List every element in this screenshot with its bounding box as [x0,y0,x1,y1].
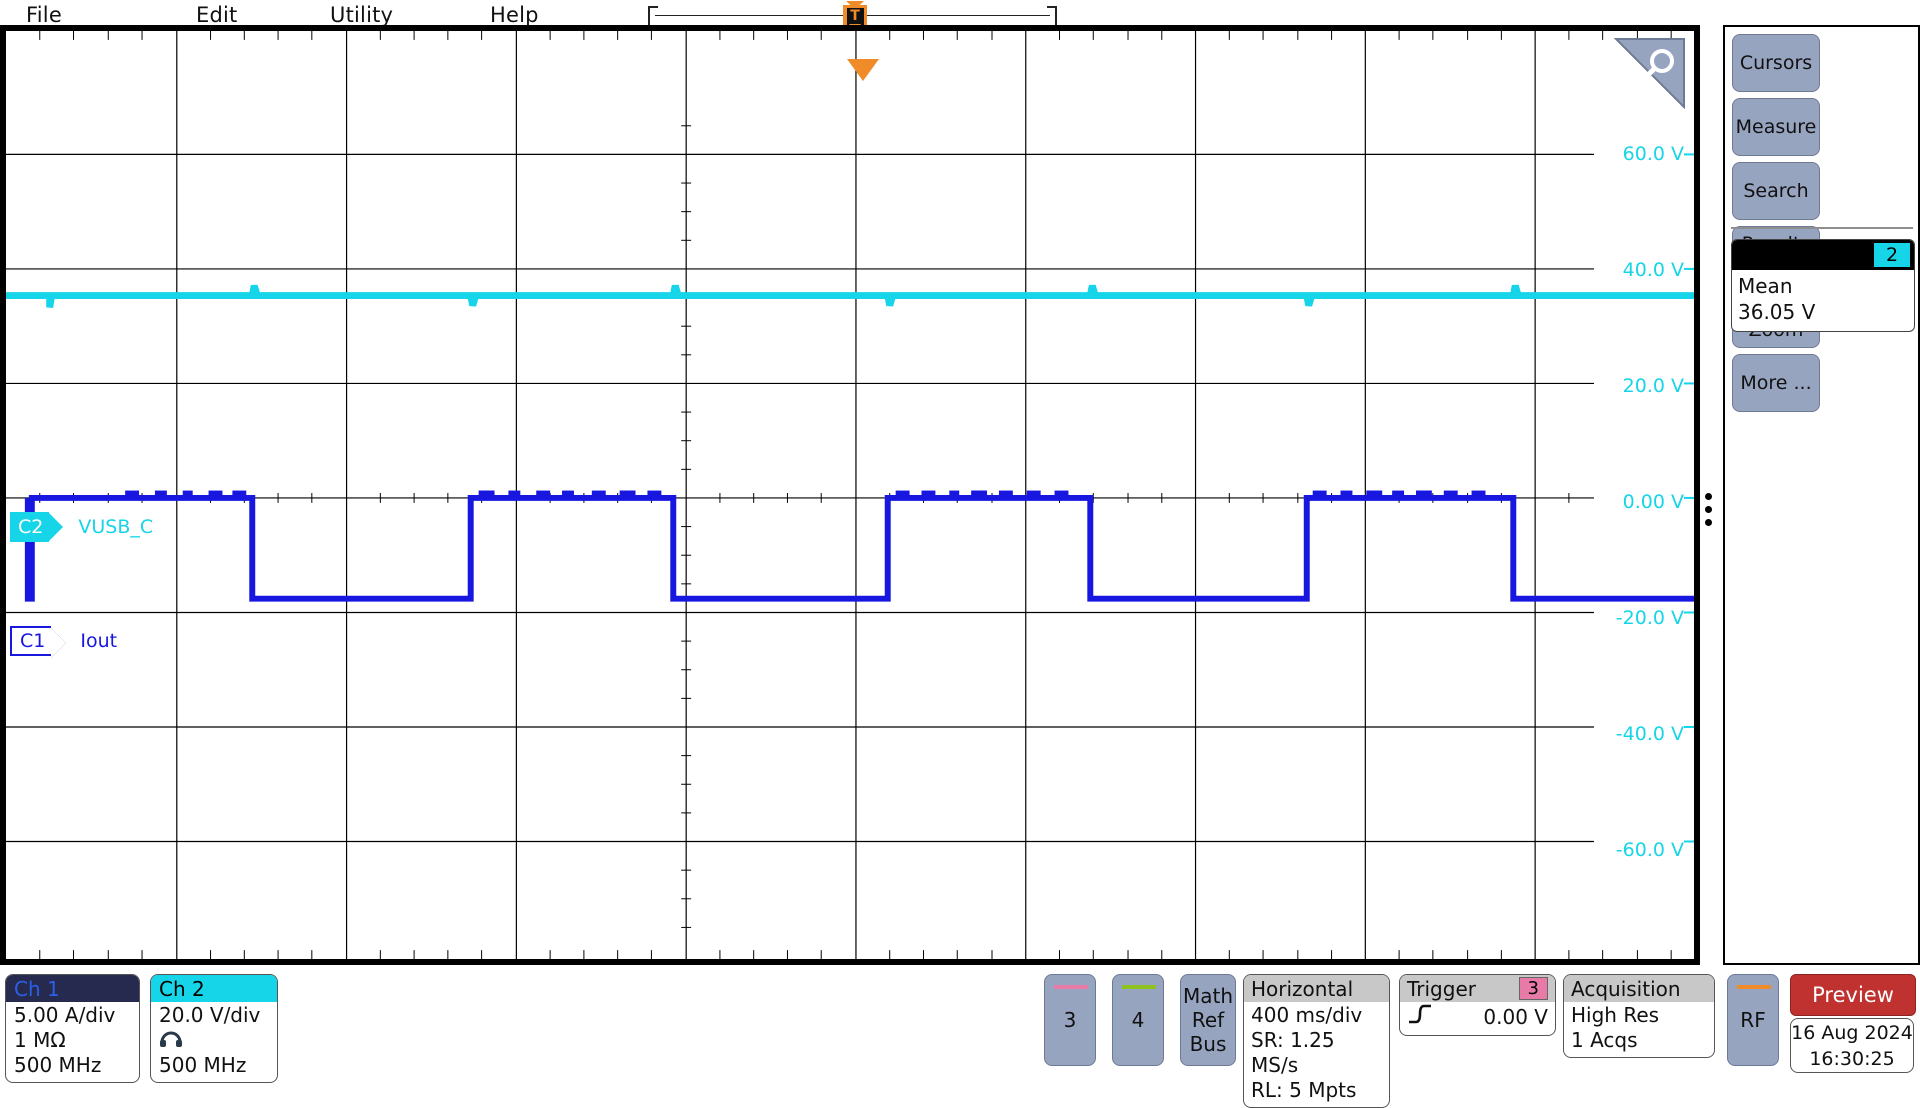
rf-button[interactable]: RF [1727,974,1779,1066]
horizontal-body: 400 ms/div SR: 1.25 MS/s RL: 5 Mpts [1244,1002,1389,1107]
channel-label-iout: Iout [77,630,121,652]
drag-dot [1705,506,1712,513]
panel-drag-handle[interactable] [1705,493,1715,527]
horizontal-position-bar[interactable]: T [645,1,1060,33]
trigger-card-header: Trigger 3 [1400,975,1555,1002]
channel1-title: Ch 1 [6,975,139,1002]
measurement-value: 36.05 V [1738,300,1816,324]
measure-button[interactable]: Measure [1732,98,1820,156]
channel-marker-c1-tag: C1 [10,626,52,656]
more-button[interactable]: More ... [1732,354,1820,412]
channel1-card[interactable]: Ch 1 5.00 A/div 1 MΩ 500 MHz [5,974,140,1083]
acquisition-mode: High Res [1571,1003,1660,1027]
date-text: 16 Aug 2024 [1791,1022,1913,1044]
probe-icon [159,1028,269,1053]
sidebar-button-grid: Cursors Measure Search Results Table Dra… [1729,31,1915,415]
measurement-channel-badge: 2 [1874,243,1910,267]
zoom-corner-tab[interactable] [1613,37,1686,110]
math-ref-bus-button[interactable]: Math Ref Bus [1180,974,1236,1066]
channel1-impedance: 1 MΩ [14,1028,66,1052]
channel2-scale: 20.0 V/div [159,1003,261,1027]
horizontal-scale: 400 ms/div [1251,1003,1363,1027]
trigger-card-body: 0.00 V [1400,1002,1555,1035]
waveform-trace-iout [24,495,1694,602]
measurement-card-body: Mean 36.05 V [1732,270,1914,331]
right-sidebar: Cursors Measure Search Results Table Dra… [1723,25,1920,965]
preview-button[interactable]: Preview [1790,974,1916,1016]
trigger-t-label: T [846,7,864,25]
drag-dot [1705,493,1712,500]
magnifier-icon [1613,38,1685,110]
datetime-display: 16 Aug 2024 16:30:25 [1790,1018,1914,1073]
trigger-position-arrow-icon [847,59,879,81]
acquisition-card[interactable]: Acquisition High Res 1 Acqs [1563,974,1715,1058]
channel-label-vusb: VUSB_C [75,516,157,538]
channel2-title: Ch 2 [151,975,277,1002]
waveform-trace-vusb [6,284,1694,308]
channel3-color-bar [1054,985,1088,989]
y-label-m60: -60.0 V [1594,839,1684,861]
trigger-title: Trigger [1407,976,1476,1001]
measurement-name: Mean [1738,274,1793,298]
horizontal-sample-rate: SR: 1.25 MS/s [1251,1028,1335,1077]
acquisition-title: Acquisition [1564,975,1714,1002]
sidebar-divider [1731,227,1913,229]
channel1-body: 5.00 A/div 1 MΩ 500 MHz [6,1002,139,1082]
y-label-20: 20.0 V [1594,375,1684,397]
channel4-label: 4 [1131,1008,1145,1032]
channel-marker-c2-tag: C2 [10,512,64,542]
channel-marker-c2[interactable]: C2 VUSB_C [10,512,157,542]
y-label-40: 40.0 V [1594,259,1684,281]
trigger-card[interactable]: Trigger 3 0.00 V [1399,974,1556,1036]
channel1-scale: 5.00 A/div [14,1003,116,1027]
rf-label: RF [1740,1008,1766,1032]
horizontal-title: Horizontal [1244,975,1389,1002]
channel2-card[interactable]: Ch 2 20.0 V/div 500 MHz [150,974,278,1083]
y-label-0: 0.00 V [1594,491,1684,513]
drag-dot [1705,519,1712,526]
channel2-body: 20.0 V/div 500 MHz [151,1002,277,1082]
cursors-button[interactable]: Cursors [1732,34,1820,92]
y-label-m20: -20.0 V [1594,607,1684,629]
acquisition-body: High Res 1 Acqs [1564,1002,1714,1057]
trigger-level: 0.00 V [1483,1004,1548,1029]
channel-marker-c1[interactable]: C1 Iout [10,626,121,656]
horizontal-card[interactable]: Horizontal 400 ms/div SR: 1.25 MS/s RL: … [1243,974,1390,1108]
oscilloscope-screen: File Edit Utility Help T C2 VUSB_C C1 Io… [0,0,1920,1108]
y-label-m40: -40.0 V [1594,723,1684,745]
horizontal-record-length: RL: 5 Mpts [1251,1078,1357,1102]
channel2-bandwidth: 500 MHz [159,1053,247,1077]
channel3-button[interactable]: 3 [1044,974,1096,1066]
acquisition-count: 1 Acqs [1571,1028,1638,1052]
measurement-card-header: 2 [1732,240,1914,270]
bottom-status-bar: Ch 1 5.00 A/div 1 MΩ 500 MHz Ch 2 20.0 V… [0,968,1920,1108]
trigger-source-badge: 3 [1518,977,1548,1000]
waveform-canvas [6,31,1694,959]
search-button[interactable]: Search [1732,162,1820,220]
y-label-60: 60.0 V [1594,143,1684,165]
channel3-label: 3 [1063,1008,1077,1032]
measurement-badge-card[interactable]: 2 Mean 36.05 V [1731,239,1915,332]
rf-color-bar [1737,985,1771,989]
waveform-plot-area[interactable]: C2 VUSB_C C1 Iout 60.0 V 40.0 V 20.0 V 0… [0,25,1700,965]
rising-edge-icon [1407,1003,1433,1031]
channel4-color-bar [1122,985,1156,989]
channel4-button[interactable]: 4 [1112,974,1164,1066]
time-text: 16:30:25 [1809,1048,1895,1070]
channel1-bandwidth: 500 MHz [14,1053,102,1077]
